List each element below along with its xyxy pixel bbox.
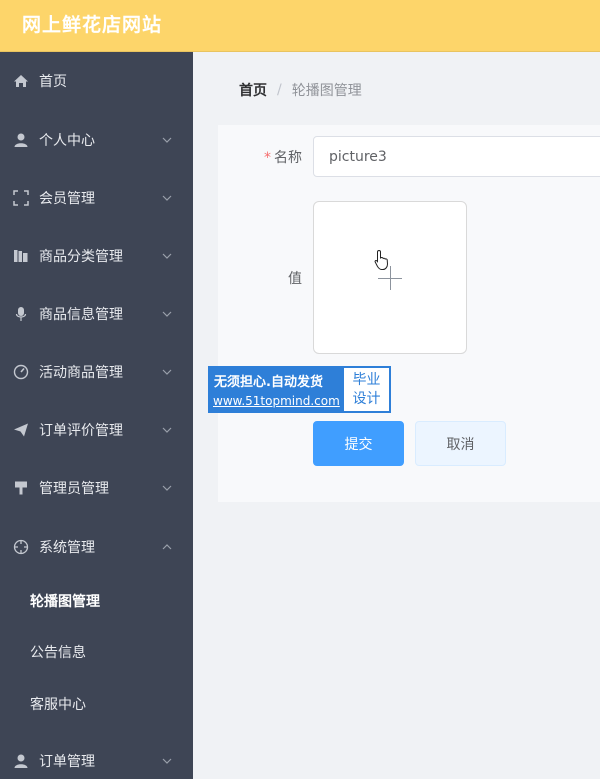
user-icon — [13, 132, 29, 148]
sidebar-item-label: 管理员管理 — [39, 481, 109, 497]
sidebar-item-label: 会员管理 — [39, 191, 95, 207]
chevron-down-icon — [162, 137, 172, 143]
user-icon — [13, 753, 29, 769]
sidebar-item-label: 首页 — [39, 74, 67, 90]
site-title: 网上鲜花店网站 — [22, 14, 163, 36]
breadcrumb-home[interactable]: 首页 — [239, 80, 267, 100]
sidebar-item-category-management[interactable]: 商品分类管理 — [0, 227, 193, 285]
home-icon — [13, 73, 29, 89]
books-icon — [13, 248, 29, 264]
breadcrumb-separator: / — [277, 82, 282, 98]
sidebar-item-label: 订单管理 — [39, 754, 95, 770]
main-content: 首页 / 轮播图管理 * 名称 picture3 值 提交 取消 — [193, 52, 600, 779]
sidebar-item-order-management[interactable]: 订单管理 — [0, 732, 193, 779]
value-field-label: 值 — [288, 271, 302, 287]
sidebar-item-system-management[interactable]: 系统管理 — [0, 518, 193, 576]
chevron-down-icon — [162, 369, 172, 375]
sidebar-item-home[interactable]: 首页 — [0, 52, 193, 110]
brush-icon — [13, 480, 29, 496]
sidebar-item-order-reviews[interactable]: 订单评价管理 — [0, 401, 193, 459]
carousel-edit-form: * 名称 picture3 值 提交 取消 — [218, 125, 600, 502]
sidebar-subitem-label: 客服中心 — [30, 697, 86, 713]
watermark-right: 毕业 设计 — [344, 368, 389, 411]
top-header: 网上鲜花店网站 — [0, 0, 600, 52]
microphone-icon — [13, 306, 29, 322]
sidebar-item-label: 订单评价管理 — [39, 423, 123, 439]
sidebar-item-personal-center[interactable]: 个人中心 — [0, 111, 193, 169]
cancel-button[interactable]: 取消 — [415, 421, 506, 466]
send-icon — [13, 422, 29, 438]
sidebar-item-label: 个人中心 — [39, 133, 95, 149]
sidebar-item-product-management[interactable]: 商品信息管理 — [0, 285, 193, 343]
sidebar-item-activity-products[interactable]: 活动商品管理 — [0, 343, 193, 401]
watermark-slogan: 无须担心.自动发货 — [214, 375, 323, 390]
sidebar-subitem-announcements[interactable]: 公告信息 — [0, 626, 193, 678]
sidebar-item-member-management[interactable]: 会员管理 — [0, 169, 193, 227]
sidebar-subitem-carousel-management[interactable]: 轮播图管理 — [0, 575, 193, 627]
sidebar-item-label: 商品信息管理 — [39, 307, 123, 323]
chevron-down-icon — [162, 485, 172, 491]
sidebar-subitem-label: 轮播图管理 — [30, 594, 100, 610]
frame-icon — [13, 190, 29, 206]
name-input[interactable]: picture3 — [313, 136, 600, 177]
sidebar-item-label: 系统管理 — [39, 540, 95, 556]
sidebar-item-admin-management[interactable]: 管理员管理 — [0, 459, 193, 517]
gauge-icon — [13, 364, 29, 380]
watermark-right-line2: 设计 — [352, 391, 381, 407]
watermark-right-line1: 毕业 — [352, 372, 381, 388]
breadcrumb: 首页 / 轮播图管理 — [239, 80, 362, 100]
sidebar-subitem-label: 公告信息 — [30, 645, 86, 661]
watermark-left: 无须担心.自动发货 www.51topmind.com — [210, 368, 344, 411]
submit-button[interactable]: 提交 — [313, 421, 404, 466]
sidebar-subitem-customer-service[interactable]: 客服中心 — [0, 678, 193, 730]
watermark-url: www.51topmind.com — [213, 394, 340, 408]
name-field-label: * 名称 — [238, 147, 302, 167]
chevron-down-icon — [162, 758, 172, 764]
image-uploader[interactable] — [313, 201, 467, 354]
chevron-down-icon — [162, 253, 172, 259]
plus-icon-horizontal — [378, 278, 402, 279]
sidebar-item-label: 活动商品管理 — [39, 365, 123, 381]
chevron-down-icon — [162, 427, 172, 433]
chevron-up-icon — [162, 544, 172, 550]
hand-cursor-icon — [374, 249, 389, 270]
chevron-down-icon — [162, 311, 172, 317]
crosshair-icon — [13, 539, 29, 555]
chevron-down-icon — [162, 195, 172, 201]
watermark-badge: 无须担心.自动发货 www.51topmind.com 毕业 设计 — [208, 366, 391, 413]
name-label-text: 名称 — [274, 150, 302, 166]
sidebar-item-label: 商品分类管理 — [39, 249, 123, 265]
sidebar: 首页 个人中心 会员管理 商品分类管理 商品信息管理 活动商品管理 订单评价管理… — [0, 52, 193, 779]
required-mark: * — [264, 150, 271, 166]
name-input-value: picture3 — [329, 148, 387, 165]
breadcrumb-current: 轮播图管理 — [291, 83, 362, 99]
